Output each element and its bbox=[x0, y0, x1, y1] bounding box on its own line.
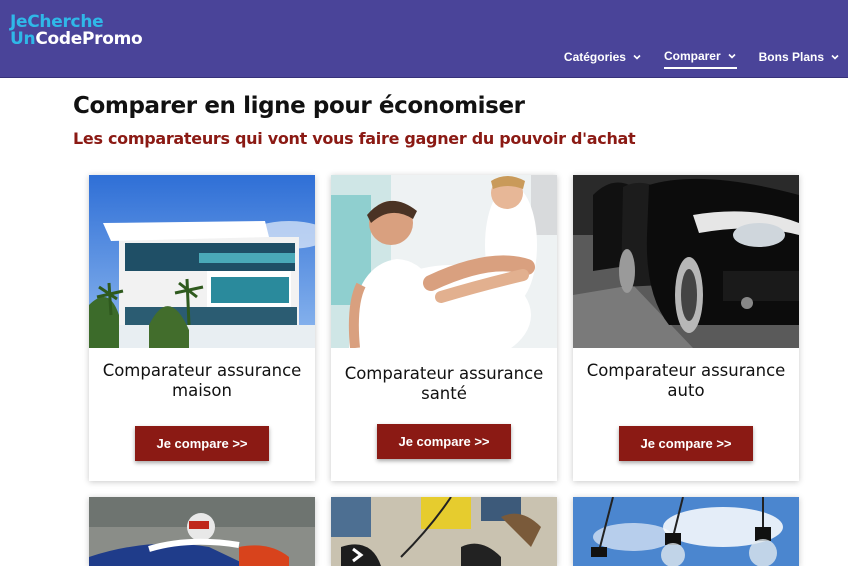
card-title-line2: maison bbox=[172, 381, 232, 400]
nav-categories-label: Catégories bbox=[563, 50, 626, 64]
card-title-line2: santé bbox=[421, 384, 467, 403]
motorcycle-image bbox=[89, 497, 315, 566]
house-image bbox=[89, 175, 315, 348]
nav-comparer[interactable]: Comparer bbox=[663, 49, 737, 69]
nav-comparer-label: Comparer bbox=[663, 49, 721, 63]
main-nav: Catégories Comparer Bons Plans bbox=[564, 49, 840, 69]
card-title: Comparateur assurance santé bbox=[331, 364, 557, 404]
card-assurance-auto[interactable]: Comparateur assurance auto Je compare >> bbox=[573, 175, 799, 481]
chevron-down-icon bbox=[831, 54, 839, 60]
card-assurance-sante[interactable]: Comparateur assurance santé Je compare >… bbox=[331, 175, 557, 481]
card-title-line1: Comparateur assurance bbox=[586, 361, 786, 380]
card-title-line2: auto bbox=[667, 381, 705, 400]
card-title-line1: Comparateur assurance bbox=[344, 364, 544, 383]
logo-line2-suffix: CodePromo bbox=[35, 29, 143, 49]
site-header: JeCherche UnCodePromo Catégories Compare… bbox=[0, 0, 848, 78]
logo-line2-prefix: Un bbox=[10, 29, 36, 49]
compare-button-auto[interactable]: Je compare >> bbox=[619, 426, 753, 461]
page-subtitle: Les comparateurs qui vont vous faire gag… bbox=[73, 129, 636, 148]
compare-button-maison[interactable]: Je compare >> bbox=[135, 426, 269, 461]
nav-bons-plans[interactable]: Bons Plans bbox=[759, 49, 840, 69]
light-bulbs-image bbox=[573, 497, 799, 566]
dogs-image bbox=[331, 497, 557, 566]
physiotherapy-image bbox=[331, 175, 557, 348]
card-title-line1: Comparateur assurance bbox=[102, 361, 302, 380]
nav-bons-plans-label: Bons Plans bbox=[758, 50, 824, 64]
card-title: Comparateur assurance auto bbox=[573, 361, 799, 401]
compare-button-sante[interactable]: Je compare >> bbox=[377, 424, 511, 459]
car-image bbox=[573, 175, 799, 348]
chevron-down-icon bbox=[728, 53, 736, 59]
chevron-down-icon bbox=[633, 54, 641, 60]
page-title: Comparer en ligne pour économiser bbox=[73, 93, 525, 119]
card-row2-3[interactable] bbox=[573, 497, 799, 566]
card-row2-2[interactable] bbox=[331, 497, 557, 566]
nav-categories[interactable]: Catégories bbox=[564, 49, 642, 69]
card-title: Comparateur assurance maison bbox=[89, 361, 315, 401]
card-row2-1[interactable] bbox=[89, 497, 315, 566]
card-assurance-maison[interactable]: Comparateur assurance maison Je compare … bbox=[89, 175, 315, 481]
site-logo[interactable]: JeCherche UnCodePromo bbox=[10, 14, 143, 49]
